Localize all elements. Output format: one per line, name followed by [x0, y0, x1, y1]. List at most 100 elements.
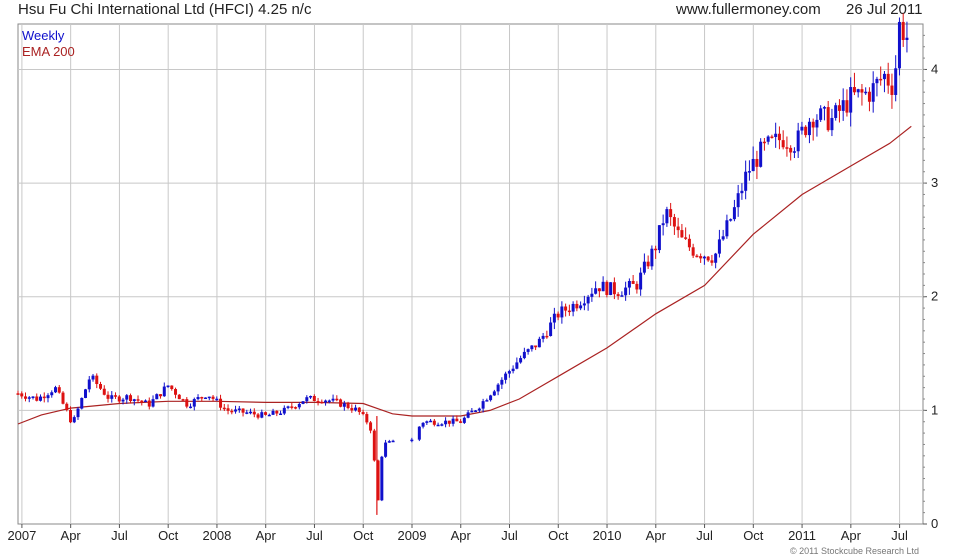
weekly-bar — [215, 398, 219, 401]
weekly-bar — [335, 398, 339, 401]
x-tick-label: Apr — [451, 528, 472, 543]
weekly-bar — [211, 396, 215, 399]
weekly-bar — [549, 322, 553, 336]
weekly-bar — [654, 248, 658, 251]
weekly-bar — [252, 411, 256, 415]
weekly-bar — [117, 396, 121, 402]
weekly-bar — [541, 335, 545, 339]
weekly-bar — [290, 406, 294, 408]
weekly-bar — [76, 408, 80, 418]
weekly-bar — [762, 141, 766, 144]
weekly-bar — [744, 171, 748, 191]
weekly-bar — [177, 394, 181, 400]
weekly-bar — [222, 407, 226, 410]
weekly-bar — [875, 78, 879, 84]
weekly-bar — [331, 398, 335, 401]
weekly-bar — [410, 439, 414, 442]
weekly-bar — [830, 117, 834, 131]
weekly-bar — [886, 73, 890, 86]
weekly-bar — [481, 401, 485, 409]
weekly-bar — [297, 403, 301, 408]
weekly-bar — [882, 73, 886, 80]
weekly-bar — [57, 387, 61, 393]
weekly-bar — [500, 379, 504, 385]
x-tick-label: Apr — [841, 528, 862, 543]
y-tick-label: 2 — [931, 289, 938, 304]
weekly-bar — [16, 393, 20, 395]
weekly-bar — [796, 130, 800, 152]
weekly-bar — [425, 421, 429, 423]
weekly-bar — [46, 395, 50, 399]
weekly-bar — [511, 368, 515, 372]
weekly-bar — [241, 408, 245, 413]
plot-area — [17, 23, 924, 525]
weekly-bar — [781, 140, 785, 148]
weekly-bar — [327, 400, 331, 403]
weekly-bar — [594, 288, 598, 294]
weekly-bar — [181, 399, 185, 401]
weekly-bar — [616, 294, 620, 296]
weekly-bar — [695, 255, 699, 258]
weekly-bar — [357, 407, 361, 413]
weekly-bar — [826, 107, 830, 131]
weekly-bar — [200, 397, 204, 399]
weekly-bar — [867, 91, 871, 102]
weekly-bar — [474, 410, 478, 413]
weekly-bar — [684, 237, 688, 239]
weekly-bar — [129, 395, 133, 402]
weekly-bar — [646, 261, 650, 267]
weekly-bar — [387, 441, 391, 443]
weekly-bar — [132, 399, 136, 402]
weekly-bar — [264, 412, 268, 415]
weekly-bar — [894, 68, 898, 95]
weekly-bar — [286, 406, 290, 408]
weekly-bar — [575, 303, 579, 309]
weekly-bar — [301, 401, 305, 404]
weekly-bar — [567, 310, 571, 313]
weekly-bar — [466, 412, 470, 418]
weekly-bar — [605, 281, 609, 295]
x-tick-label: 2008 — [202, 528, 231, 543]
weekly-bar — [702, 256, 706, 259]
weekly-bar — [714, 253, 718, 263]
weekly-bar — [455, 418, 459, 422]
weekly-bar — [736, 193, 740, 208]
weekly-bar — [522, 351, 526, 359]
weekly-bar — [440, 424, 444, 426]
weekly-bar — [665, 209, 669, 224]
weekly-bar — [174, 389, 178, 395]
weekly-bar — [31, 396, 35, 398]
weekly-bar — [84, 389, 88, 398]
weekly-bar — [534, 345, 538, 348]
weekly-bar — [586, 296, 590, 304]
weekly-bar — [856, 89, 860, 93]
x-tick-label: Oct — [158, 528, 179, 543]
x-tick-label: 2011 — [788, 528, 816, 543]
weekly-bar — [755, 158, 759, 167]
weekly-bar — [346, 403, 350, 409]
weekly-bar — [72, 417, 76, 423]
weekly-bar — [320, 401, 324, 404]
weekly-bar — [136, 399, 140, 401]
weekly-bar — [579, 305, 583, 309]
weekly-bar — [470, 410, 474, 413]
weekly-bar — [256, 414, 260, 418]
weekly-bar — [249, 411, 253, 414]
weekly-bar — [492, 391, 496, 396]
weekly-bar — [39, 396, 43, 401]
weekly-bar — [462, 417, 466, 423]
x-tick-label: Oct — [743, 528, 764, 543]
weekly-bar — [710, 260, 714, 263]
weekly-bar — [147, 400, 151, 407]
weekly-bar — [819, 108, 823, 120]
weekly-bar — [260, 412, 264, 418]
weekly-bar — [151, 399, 155, 407]
legend-ema-200: EMA 200 — [22, 44, 75, 59]
weekly-bar — [27, 397, 31, 399]
weekly-bar — [504, 373, 508, 380]
x-tick-label: Jul — [306, 528, 323, 543]
weekly-bar — [20, 393, 24, 397]
weekly-bar — [642, 261, 646, 273]
weekly-bar — [789, 147, 793, 153]
weekly-bar — [294, 407, 298, 409]
